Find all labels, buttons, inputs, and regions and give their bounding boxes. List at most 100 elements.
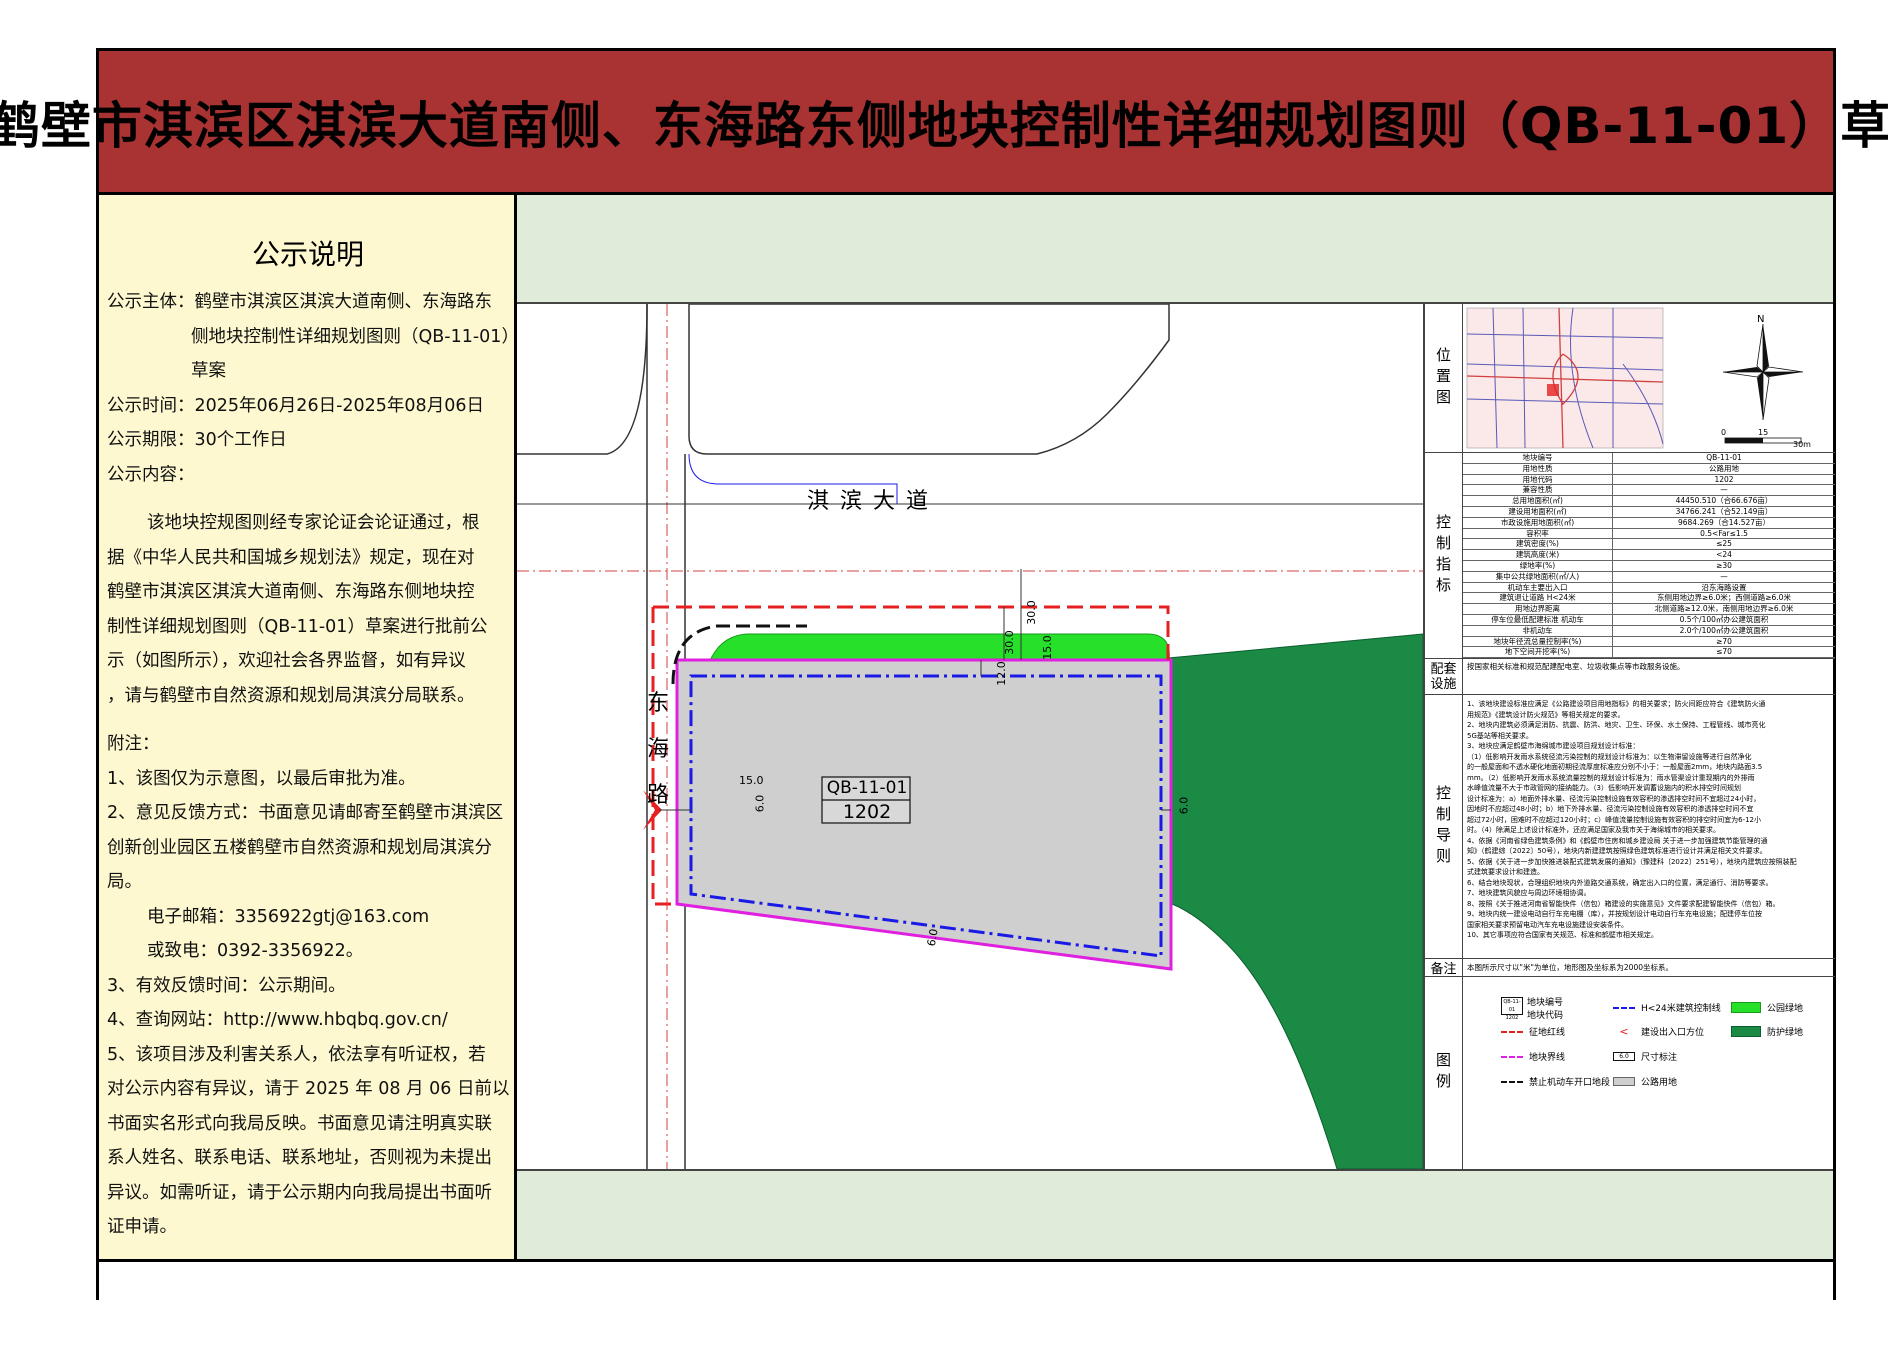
guide-line: 6、结合地块现状，合理组织地块内外道路交通系统，确定出入口的位置，满足通行、消防…: [1467, 878, 1773, 887]
note-label: 备注: [1425, 959, 1463, 977]
control-row: 建筑高度(米) <24: [1463, 550, 1835, 561]
control-row: 兼容性质 —: [1463, 485, 1835, 497]
control-row-key: 建筑密度(%): [1463, 539, 1613, 550]
bottom-strip: [99, 1259, 1833, 1301]
control-row: 总用地面积(㎡) 44450.510（合66.676亩）: [1463, 496, 1835, 507]
guide-line: 国家相关要求预留电动汽车充电设施建设安装条件。: [1467, 920, 1628, 929]
road-donghai-label: 东 海 路: [647, 681, 669, 819]
road-donghai-char-3: 路: [647, 783, 670, 808]
control-row-value: 1202: [1714, 474, 1734, 484]
legend-boundary-text: 地块界线: [1529, 1053, 1566, 1063]
control-row-key: 市政设施用地面积(㎡): [1463, 517, 1613, 528]
control-row-value: —: [1720, 485, 1728, 495]
legend-park-text: 公园绿地: [1767, 1004, 1804, 1014]
control-row-value: —: [1720, 571, 1728, 581]
note-text: 本图所示尺寸以"米"为单位，地形图及坐标系为2000坐标系。: [1463, 959, 1835, 977]
control-row: 地下空间开挖率(%) ≤70: [1463, 647, 1835, 659]
side-panel: 位置图 N 0 15 30m 控制指标 地块编号 QB-11-01 用地性质 公…: [1423, 304, 1835, 1169]
legend-control-line-text: H<24米建筑控制线: [1641, 1004, 1721, 1014]
legend-dim-symbol: 6.0: [1613, 1052, 1635, 1061]
guide-line: 2、地块内建筑必须满足消防、抗震、防洪、地灾、卫生、环保、水土保持、工程管线、城…: [1467, 721, 1766, 729]
guide-line: 5、依据《关于进一步加快推进装配式建筑发展的通知》（豫建科〔2022〕251号）…: [1467, 857, 1797, 866]
control-row: 建设用地面积(㎡) 34766.241（合52.149亩）: [1463, 506, 1835, 518]
facility-label: 配套设施: [1425, 659, 1463, 695]
legend-entrance-text: 建设出入口方位: [1641, 1028, 1705, 1038]
control-row: 机动车主要出入口 沿东海路设置: [1463, 582, 1835, 594]
parcel-use-label: 1202: [842, 801, 892, 823]
guide-line: （1）低影响开发雨水系统径流污染控制的规划设计标准为：以生物滞留设施等进行自然净…: [1467, 752, 1752, 761]
control-row-key: 兼容性质: [1463, 485, 1613, 496]
control-row: 容积率 0.5<Far≤1.5: [1463, 528, 1835, 540]
control-row: 地块编号 QB-11-01: [1463, 453, 1835, 464]
guide-line: 8、按照《关于推进河南省智能快件（信包）箱建设的实施意见》文件要求配建智能快件（…: [1467, 899, 1780, 908]
legend-dimension-text: 尺寸标注: [1641, 1053, 1678, 1063]
legend-dimension: 6.0 尺寸标注: [1613, 1050, 1677, 1063]
legend-label: 图例: [1425, 977, 1463, 1169]
legend: QB-11-01 1202 地块编号 地块代码 征地红线 地块界线 禁止机动车开…: [1463, 977, 1835, 1169]
control-row-key: 总用地面积(㎡): [1463, 496, 1613, 506]
dim-6b-label: 6.0: [1177, 796, 1191, 815]
control-row-value: 44450.510（合66.676亩）: [1675, 496, 1773, 506]
dim-15-label: 15.0: [1040, 635, 1054, 660]
control-row: 建筑退让道路 H<24米 东侧用地边界≥6.0米；西侧道路≥6.0米: [1463, 593, 1835, 605]
control-row-value: 34766.241（合52.149亩）: [1675, 506, 1773, 516]
legend-entrance: < 建设出入口方位: [1619, 1025, 1705, 1038]
legend-red-line-text: 征地红线: [1529, 1028, 1566, 1038]
control-row-key: 集中公共绿地面积(㎡/人): [1463, 571, 1613, 582]
control-row: 市政设施用地面积(㎡) 9684.269（合14.527亩）: [1463, 517, 1835, 529]
control-row-value: 公路用地: [1709, 463, 1739, 473]
dim-30-label: 30.0: [1024, 600, 1038, 625]
guide-line: 设计标准为：a）地面外排水量、径流污染控制设施有效容积的渗透排空时间不宜超过24…: [1467, 794, 1761, 803]
control-row-value: ≥70: [1716, 636, 1732, 646]
control-row-key: 建筑退让道路 H<24米: [1463, 593, 1613, 604]
control-row-key: 用地性质: [1463, 463, 1613, 474]
north-block-outline: [688, 304, 1170, 455]
guide-line: 7、地块建筑风貌应与周边环境相协调。: [1467, 889, 1591, 897]
guide-line: 4、依据《河南省绿色建筑条例》和《鹤壁市住房和城乡建设局 关于进一步加强建筑节能…: [1467, 836, 1768, 845]
control-row: 停车位最低配建标准 机动车 0.5个/100㎡办公建筑面积: [1463, 614, 1835, 626]
control-row: 绿地率(%) ≥30: [1463, 560, 1835, 572]
guide-line: 知》（鹤建综〔2022〕50号），地块内新建建筑按照绿色建筑标准进行设计并满足相…: [1467, 847, 1767, 855]
legend-control-line: H<24米建筑控制线: [1613, 1001, 1721, 1014]
legend-buffer: 防护绿地: [1731, 1025, 1803, 1038]
control-row: 地块年径流总量控制率(%) ≥70: [1463, 636, 1835, 648]
control-row-value: 9684.269（合14.527亩）: [1677, 517, 1771, 527]
legend-parcel: 地块编号 地块代码: [1527, 995, 1563, 1021]
guide-line: 因地时不应超过48小时；b）地下外排水量、径流污染控制设施有效容积的渗透排空时间…: [1467, 805, 1754, 813]
dim-30b-label: 30.0: [1002, 630, 1016, 655]
control-row-value: ≤70: [1716, 647, 1732, 657]
control-row-value: 2.0个/100㎡办公建筑面积: [1679, 625, 1769, 635]
control-row-key: 建设用地面积(㎡): [1463, 506, 1613, 517]
control-row: 用地边界距离 北侧道路≥12.0米，南侧用地边界≥6.0米: [1463, 604, 1835, 615]
dim-6a-label: 6.0: [753, 794, 767, 813]
scale-0: 0: [1721, 428, 1727, 437]
control-row-key: 绿地率(%): [1463, 560, 1613, 571]
scale-15: 15: [1758, 428, 1769, 437]
legend-parcel-symbol: QB-11-01 1202: [1501, 997, 1523, 1021]
control-row-key: 地块编号: [1463, 453, 1613, 463]
guide-line: mm。（2）低影响开发雨水系统流量控制的规划设计标准为：雨水管渠设计重现期内的外…: [1467, 773, 1755, 782]
control-row-value: 沿东海路设置: [1701, 582, 1747, 592]
legend-no-access-text: 禁止机动车开口地段: [1529, 1078, 1611, 1088]
legend-sym-code: QB-11-01: [1503, 999, 1521, 1013]
legend-parcel-use-text: 地块代码: [1527, 1011, 1564, 1021]
location-map-drawing: [1466, 307, 1804, 449]
dim-12-label: 12.0: [994, 661, 1008, 686]
control-row-value: 0.5个/100㎡办公建筑面积: [1679, 614, 1769, 624]
control-row-key: 容积率: [1463, 528, 1613, 539]
legend-no-access: 禁止机动车开口地段: [1501, 1075, 1610, 1088]
control-row: 用地性质 公路用地: [1463, 463, 1835, 475]
location-label: 位置图: [1425, 304, 1463, 453]
location-map: N 0 15 30m: [1463, 304, 1835, 453]
control-row: 集中公共绿地面积(㎡/人) —: [1463, 571, 1835, 583]
dim-15l-label: 15.0: [739, 774, 764, 787]
guide-line: 超过72小时，困难时不应超过120小时；c）峰值流量控制设施有效容积的排空时间宜…: [1467, 815, 1762, 824]
control-row-value: <24: [1716, 550, 1732, 560]
control-row-value: 东侧用地边界≥6.0米；西侧道路≥6.0米: [1657, 593, 1791, 603]
guide-line: 水峰值流量不大于市政管网的接纳能力。（3）低影响开发调蓄设施内的积水排空时间规划: [1467, 784, 1741, 792]
legend-road-land-text: 公路用地: [1641, 1078, 1678, 1088]
legend-red-line: 征地红线: [1501, 1025, 1565, 1038]
control-row-key: 用地代码: [1463, 474, 1613, 485]
control-row-key: 用地边界距离: [1463, 604, 1613, 614]
bottom-band: [517, 1169, 1833, 1259]
